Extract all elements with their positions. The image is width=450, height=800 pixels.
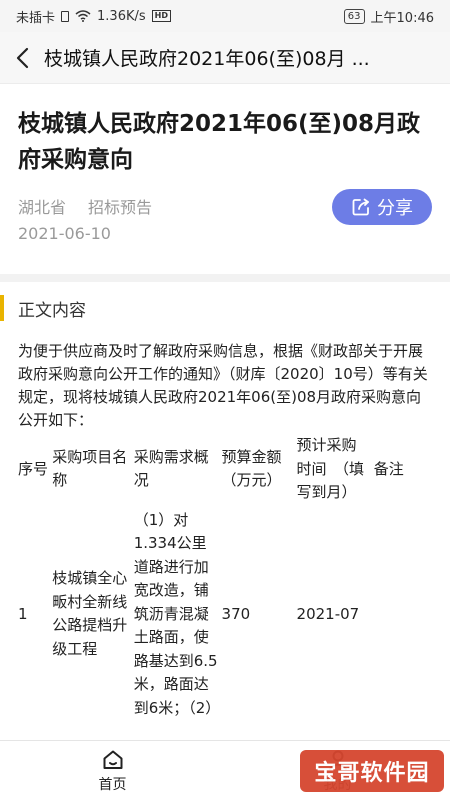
- back-arrow-icon: [16, 47, 29, 68]
- body-paragraph: 为便于供应商及时了解政府采购信息，根据《财政部关于开展政府采购意向公开工作的通知…: [18, 342, 428, 429]
- table-header-cell: 采购项目名称: [52, 447, 128, 490]
- battery-icon: 63: [343, 8, 365, 24]
- table-row: 1 枝城镇全心畈村全新线公路提档升级工程 （1）对1.334公里道路进行加宽改造…: [16, 507, 436, 723]
- project-name: 枝城镇全心畈村全新线公路提档升级工程: [52, 569, 128, 658]
- tab-home[interactable]: 首页: [0, 741, 225, 800]
- watermark-logo: 宝哥软件园: [300, 750, 444, 792]
- status-left: 未插卡 1.36K/s HD: [16, 7, 171, 26]
- row-number: 1: [18, 604, 28, 623]
- procurement-table: 序号 采购项目名称 采购需求概况 预算金额（万元） 预计采购时间 （填写到月） …: [16, 432, 436, 722]
- status-bar: 未插卡 1.36K/s HD 63 上午10:46: [0, 0, 450, 32]
- publish-date: 2021-06-10: [18, 224, 111, 243]
- sim-card-icon: [61, 10, 70, 22]
- province-label: 湖北省: [18, 198, 67, 217]
- table-header-cell: 预算金额（万元）: [221, 447, 282, 490]
- share-button[interactable]: 分享: [332, 189, 432, 225]
- battery-level: 63: [347, 10, 361, 22]
- purchase-time: 2021-07: [296, 604, 360, 623]
- tab-home-label: 首页: [98, 776, 127, 793]
- carrier-text: 未插卡: [16, 10, 56, 26]
- back-button[interactable]: [0, 32, 44, 84]
- section-accent-bar: [0, 295, 4, 321]
- budget-amount: 370: [221, 604, 251, 623]
- clock: 上午10:46: [370, 10, 434, 26]
- remark: [372, 507, 436, 723]
- section-divider: [0, 274, 450, 282]
- share-label: 分享: [377, 198, 413, 219]
- share-icon: [352, 198, 369, 216]
- wifi-icon: [75, 10, 91, 22]
- meta-row: 湖北省 招标预告: [18, 194, 152, 218]
- section-header: 正文内容: [0, 294, 86, 322]
- section-title: 正文内容: [18, 300, 86, 321]
- table-header-cell: 采购需求概况: [133, 447, 209, 490]
- table-header-row: 序号 采购项目名称 采购需求概况 预算金额（万元） 预计采购时间 （填写到月） …: [16, 432, 436, 507]
- table-header-cell: 备注: [373, 459, 404, 478]
- article-title: 枝城镇人民政府2021年06(至)08月政府采购意向: [18, 111, 421, 173]
- category-label: 招标预告: [88, 198, 153, 217]
- home-icon: [103, 750, 122, 769]
- nav-title: 枝城镇人民政府2021年06(至)08月 ...: [44, 48, 370, 70]
- hd-voice-icon: HD: [151, 10, 171, 22]
- table-header-cell: 预计采购时间 （填写到月）: [296, 436, 365, 501]
- table-header-cell: 序号: [18, 459, 49, 478]
- network-speed: 1.36K/s: [97, 8, 146, 24]
- project-description: （1）对1.334公里道路进行加宽改造，铺筑沥青混凝土路面，使路基达到6.5米，…: [133, 510, 221, 717]
- nav-bar: 枝城镇人民政府2021年06(至)08月 ...: [0, 32, 450, 84]
- status-right: 63 上午10:46: [343, 7, 434, 26]
- article-content[interactable]: 枝城镇人民政府2021年06(至)08月政府采购意向 湖北省 招标预告 2021…: [0, 84, 450, 740]
